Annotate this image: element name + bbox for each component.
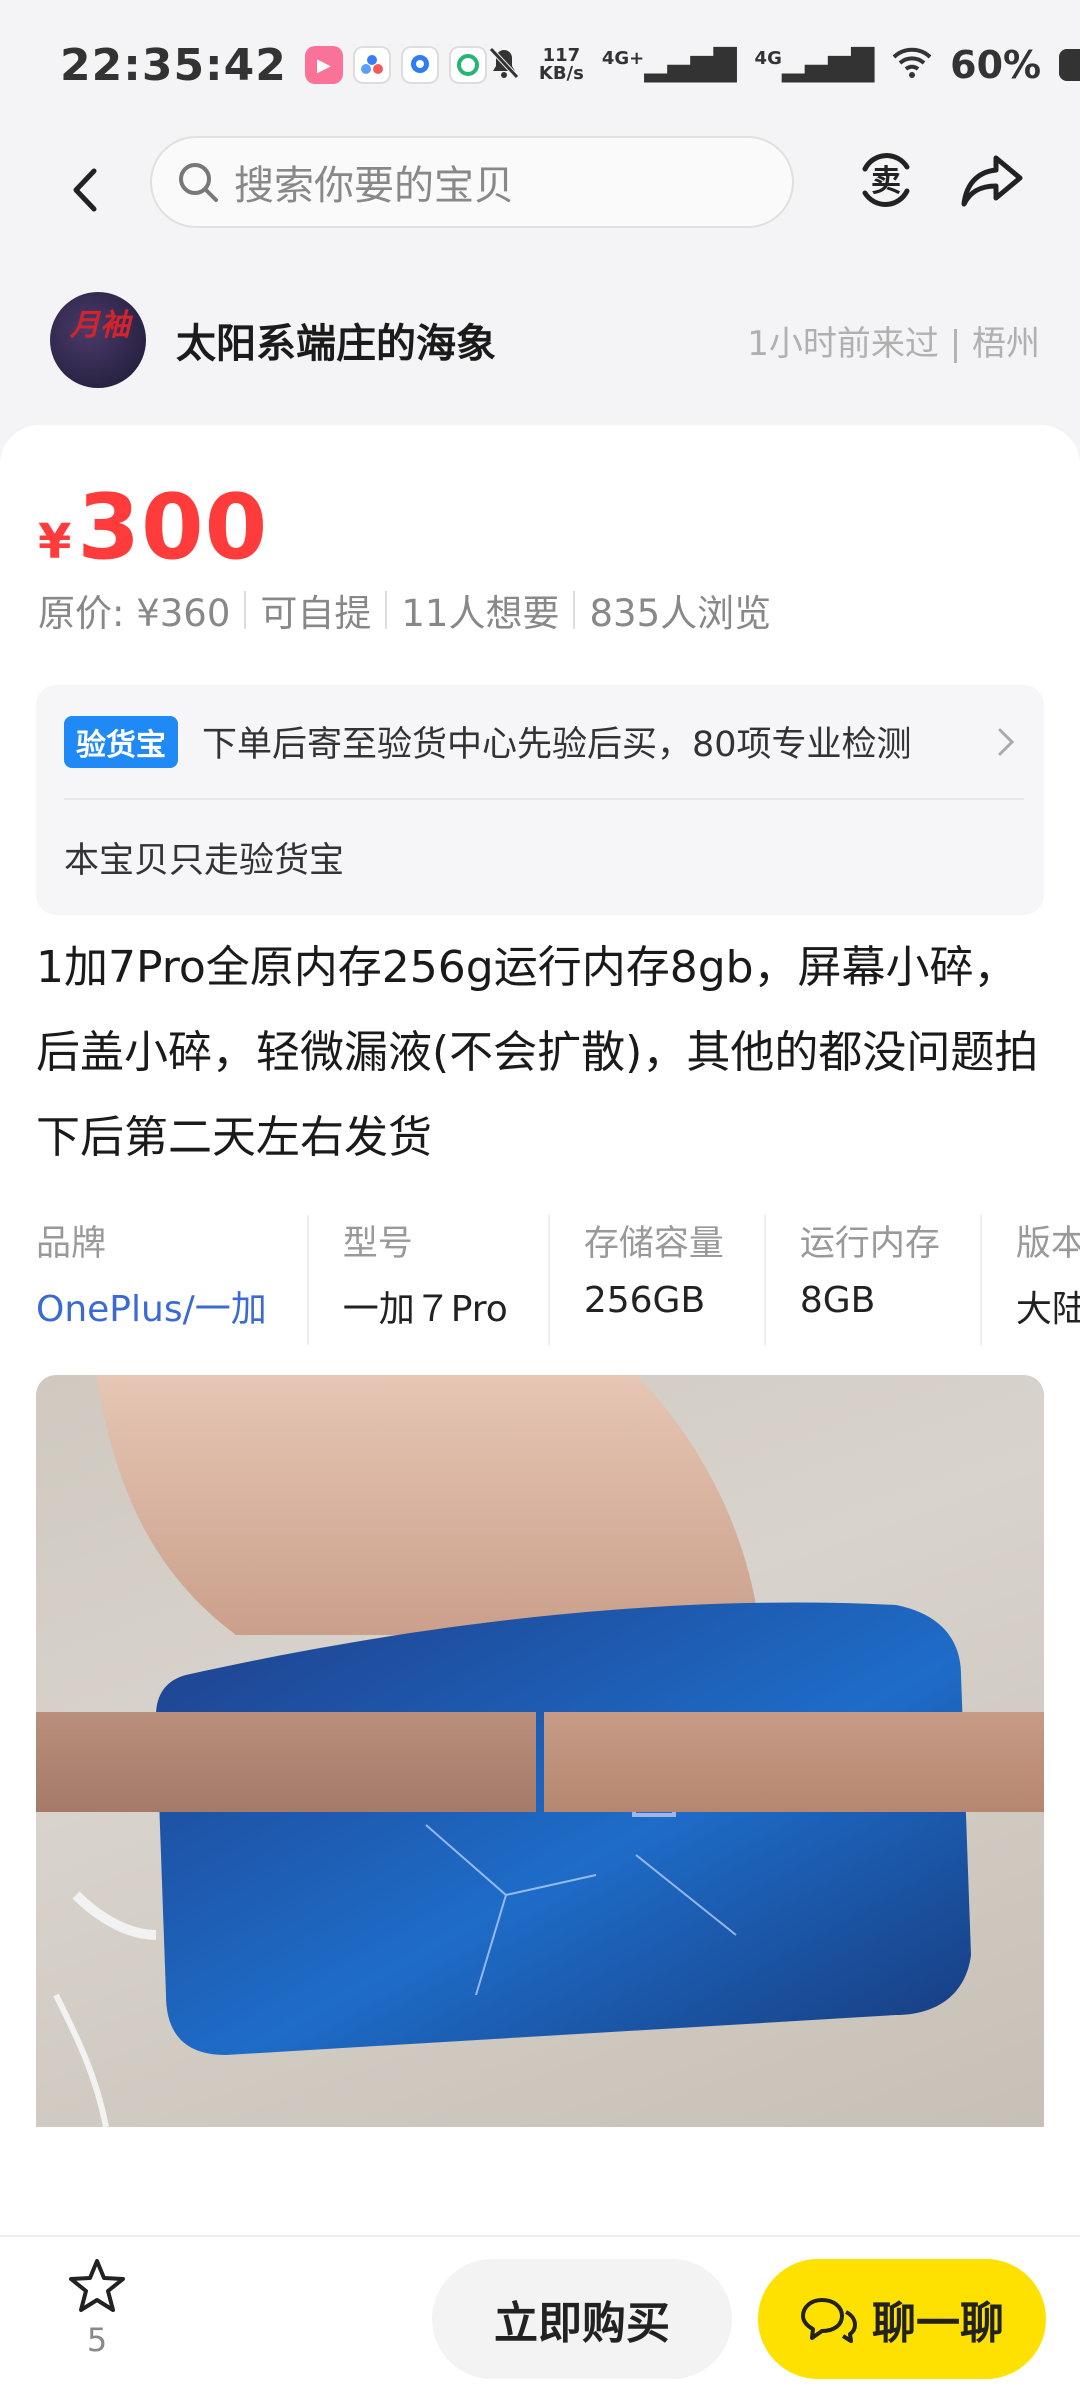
spec-list[interactable]: 品牌 OnePlus/一加 型号 一加７Pro 存储容量 256GB 运行内存 … xyxy=(36,1215,1080,1345)
signal2-label: 4G xyxy=(754,47,782,69)
seller-avatar[interactable]: 月袖 xyxy=(50,292,146,388)
price-symbol: ¥ xyxy=(38,514,72,570)
star-icon xyxy=(69,2259,125,2312)
inspection-note: 本宝贝只走验货宝 xyxy=(64,841,345,881)
spec-value: 8GB xyxy=(799,1280,876,1321)
spec-value: 大陆 xyxy=(1015,1289,1080,1330)
chevron-left-icon xyxy=(73,168,97,212)
divider xyxy=(573,591,576,629)
product-description: 1加7Pro全原内存256g运行内存8gb，屏幕小碎，后盖小碎，轻微漏液(不会扩… xyxy=(36,942,1039,1163)
product-photo-thumbnail[interactable] xyxy=(544,1712,1044,1812)
chat-button[interactable]: 聊一聊 xyxy=(758,2259,1046,2379)
inspection-text: 下单后寄至验货中心先验后买，80项专业检测 xyxy=(202,725,912,765)
seller-row[interactable]: 月袖 太阳系端庄的海象 1小时前来过 | 梧州 xyxy=(0,280,1080,400)
map-icon xyxy=(400,46,439,84)
favorite-button[interactable]: 5 xyxy=(62,2257,132,2367)
divider xyxy=(244,591,247,629)
divider xyxy=(385,591,388,629)
search-placeholder: 搜索你要的宝贝 xyxy=(234,163,514,209)
view-count: 835人浏览 xyxy=(589,592,772,635)
product-photo-thumbnail[interactable] xyxy=(36,1712,536,1812)
network-speed: 117 KB/s xyxy=(539,47,584,83)
spec-value-brand[interactable]: OnePlus/一加 xyxy=(36,1280,267,1332)
original-price: 原价: ¥360 xyxy=(38,592,231,635)
seller-meta: 1小时前来过 | 梧州 xyxy=(747,323,1040,364)
sell-icon: 卖 xyxy=(862,153,910,207)
search-icon xyxy=(179,163,218,202)
spec-item: 品牌 OnePlus/一加 xyxy=(36,1215,309,1345)
spec-label: 品牌 xyxy=(36,1224,107,1264)
top-navigation: 搜索你要的宝贝 卖 xyxy=(0,130,1080,250)
spec-label: 版本 xyxy=(1015,1224,1080,1264)
sell-icon-char: 卖 xyxy=(871,164,901,199)
status-app-icons: ▶ xyxy=(304,46,487,84)
battery-icon xyxy=(1059,49,1080,81)
inspection-service[interactable]: 验货宝 下单后寄至验货中心先验后买，80项专业检测 本宝贝只走验货宝 xyxy=(36,685,1044,915)
search-input[interactable]: 搜索你要的宝贝 xyxy=(150,136,794,228)
battery-fill xyxy=(1059,49,1080,81)
refresh-app-icon xyxy=(448,46,487,84)
seller-name[interactable]: 太阳系端庄的海象 xyxy=(176,311,496,369)
share-icon xyxy=(961,155,1023,207)
back-button[interactable] xyxy=(40,145,130,235)
net-speed-unit: KB/s xyxy=(538,63,584,84)
signal1-label: 4G+ xyxy=(601,47,645,69)
price-value: 300 xyxy=(77,475,269,580)
chevron-right-icon xyxy=(998,728,1015,755)
spec-label: 运行内存 xyxy=(799,1224,940,1264)
price: ¥ 300 xyxy=(38,475,268,580)
mute-bell-icon xyxy=(487,45,521,85)
spec-value: 一加７Pro xyxy=(342,1289,508,1330)
bilibili-icon: ▶ xyxy=(304,46,343,84)
wifi-icon xyxy=(892,47,932,83)
chat-label: 聊一聊 xyxy=(872,2298,1004,2349)
bottom-action-bar: 5 立即购买 聊一聊 xyxy=(0,2235,1080,2400)
product-card: ¥ 300 原价: ¥360 可自提 11人想要 835人浏览 验货宝 下单后寄… xyxy=(0,425,1080,2235)
chat-icon xyxy=(801,2298,857,2343)
app-icon-blue xyxy=(352,46,391,84)
spec-label: 存储容量 xyxy=(583,1224,724,1264)
battery-percent: 60% xyxy=(950,43,1042,87)
inspection-badge: 验货宝 xyxy=(64,715,178,768)
sell-button[interactable]: 卖 xyxy=(846,140,926,220)
buy-now-button[interactable]: 立即购买 xyxy=(432,2259,732,2379)
spec-item: 运行内存 8GB xyxy=(800,1215,982,1345)
spec-value: 256GB xyxy=(583,1280,706,1321)
avatar-text: 月袖 xyxy=(70,308,130,343)
pickup-tag: 可自提 xyxy=(260,592,372,635)
status-indicators: 117 KB/s 4G+▂▄▆█ 4G▂▄▆█ 60% xyxy=(487,43,1080,87)
want-count: 11人想要 xyxy=(401,592,560,635)
status-time: 22:35:42 xyxy=(60,39,287,91)
product-detail-page: 22:35:42 ▶ 117 KB/s 4G+▂▄▆█ 4G▂▄▆█ 60% 搜… xyxy=(0,0,1080,2400)
signal-4g-icon: 4G▂▄▆█ xyxy=(754,47,875,83)
spec-label: 型号 xyxy=(342,1224,413,1264)
status-bar: 22:35:42 ▶ 117 KB/s 4G+▂▄▆█ 4G▂▄▆█ 60% xyxy=(0,0,1080,130)
favorite-count: 5 xyxy=(86,2321,108,2359)
spec-item: 型号 一加７Pro xyxy=(343,1215,550,1345)
share-button[interactable] xyxy=(952,140,1032,220)
spec-item: 版本 大陆 xyxy=(1016,1215,1080,1345)
spec-item: 存储容量 256GB xyxy=(584,1215,766,1345)
signal-4g-plus-icon: 4G+▂▄▆█ xyxy=(601,47,737,83)
inspection-info-row[interactable]: 验货宝 下单后寄至验货中心先验后买，80项专业检测 xyxy=(64,685,1024,800)
product-meta: 原价: ¥360 可自提 11人想要 835人浏览 xyxy=(38,583,771,637)
